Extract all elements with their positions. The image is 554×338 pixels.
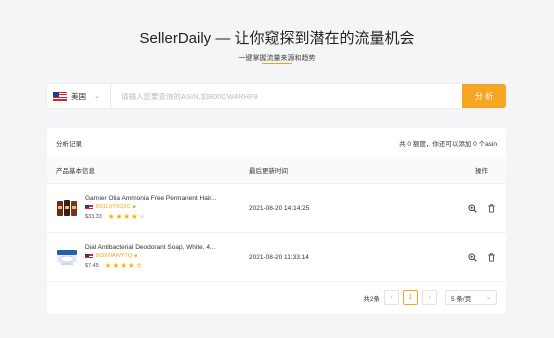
table-header: 产品基本信息 最后更新时间 操作: [47, 157, 506, 184]
page-size-select[interactable]: 5 条/页 ⌄: [445, 290, 497, 305]
pagination-total: 共2条: [363, 295, 380, 303]
star-half-icon: ✮: [135, 261, 143, 270]
trash-icon[interactable]: [487, 252, 496, 262]
product-price: $33.33: [85, 213, 102, 220]
page-number-button[interactable]: 1: [403, 290, 418, 305]
column-header-actions: 操作: [475, 168, 488, 175]
page-title: SellerDaily — 让你窥探到潜在的流量机会: [139, 30, 415, 47]
product-asin[interactable]: B000VAWYTQ: [96, 253, 132, 259]
star-icon: ★: [107, 212, 116, 221]
page-subtitle: 一键掌握流量来源和趋势: [238, 55, 316, 62]
rating-stars: ★★★★★: [108, 212, 147, 221]
us-flag-icon: [85, 204, 93, 210]
product-thumbnail[interactable]: [56, 197, 78, 219]
star-icon: ★: [120, 261, 128, 270]
star-empty-icon: ★: [138, 212, 147, 221]
lock-icon: ■: [134, 253, 138, 259]
zoom-in-icon[interactable]: [467, 203, 477, 213]
trash-icon[interactable]: [487, 203, 496, 213]
product-name[interactable]: Garnier Olia Ammonia Free Permanent Hair…: [85, 195, 217, 202]
quota-text: 共 0 额度，你还可以添加 0 个asin: [399, 140, 497, 148]
rating-stars: ★★★★✮: [105, 261, 143, 270]
star-icon: ★: [123, 212, 132, 221]
lock-icon: ■: [132, 204, 136, 210]
pagination: 共2条 ‹ 1 › 5 条/页 ⌄: [363, 290, 497, 305]
column-header-time: 最后更新时间: [249, 168, 288, 175]
subtitle-underline: [262, 63, 292, 64]
us-flag-icon: [85, 253, 93, 259]
star-icon: ★: [127, 261, 136, 270]
analyze-button[interactable]: 分 析: [462, 84, 506, 108]
column-header-info: 产品基本信息: [56, 168, 95, 175]
search-bar: 美国 ⌄ 分 析: [47, 84, 506, 108]
star-icon: ★: [104, 261, 113, 270]
page-size-label: 5 条/页: [451, 295, 472, 303]
us-flag-icon: [53, 91, 67, 101]
records-card: 分析记录 共 0 额度，你还可以添加 0 个asin 产品基本信息 最后更新时间…: [47, 128, 506, 314]
chevron-down-icon: ⌄: [485, 295, 491, 301]
country-select[interactable]: 美国 ⌄: [47, 84, 111, 108]
table-row: Dial Antibacterial Deodorant Soap, White…: [47, 233, 506, 282]
country-label: 美国: [71, 91, 86, 101]
next-page-button[interactable]: ›: [422, 290, 437, 305]
updated-time: 2021-08-20 11:33:14: [249, 253, 309, 261]
records-title: 分析记录: [56, 140, 82, 148]
product-price: $7.45: [85, 262, 99, 269]
asin-search-input[interactable]: [111, 84, 462, 108]
star-icon: ★: [131, 212, 139, 221]
product-asin[interactable]: B01LXY2O2C: [96, 204, 131, 210]
updated-time: 2021-08-20 14:14:25: [249, 204, 310, 212]
prev-page-button[interactable]: ‹: [384, 290, 399, 305]
product-thumbnail[interactable]: [56, 246, 78, 268]
zoom-in-icon[interactable]: [467, 252, 477, 262]
product-name[interactable]: Dial Antibacterial Deodorant Soap, White…: [85, 244, 215, 251]
chevron-down-icon: ⌄: [94, 93, 100, 100]
table-row: Garnier Olia Ammonia Free Permanent Hair…: [47, 184, 506, 233]
